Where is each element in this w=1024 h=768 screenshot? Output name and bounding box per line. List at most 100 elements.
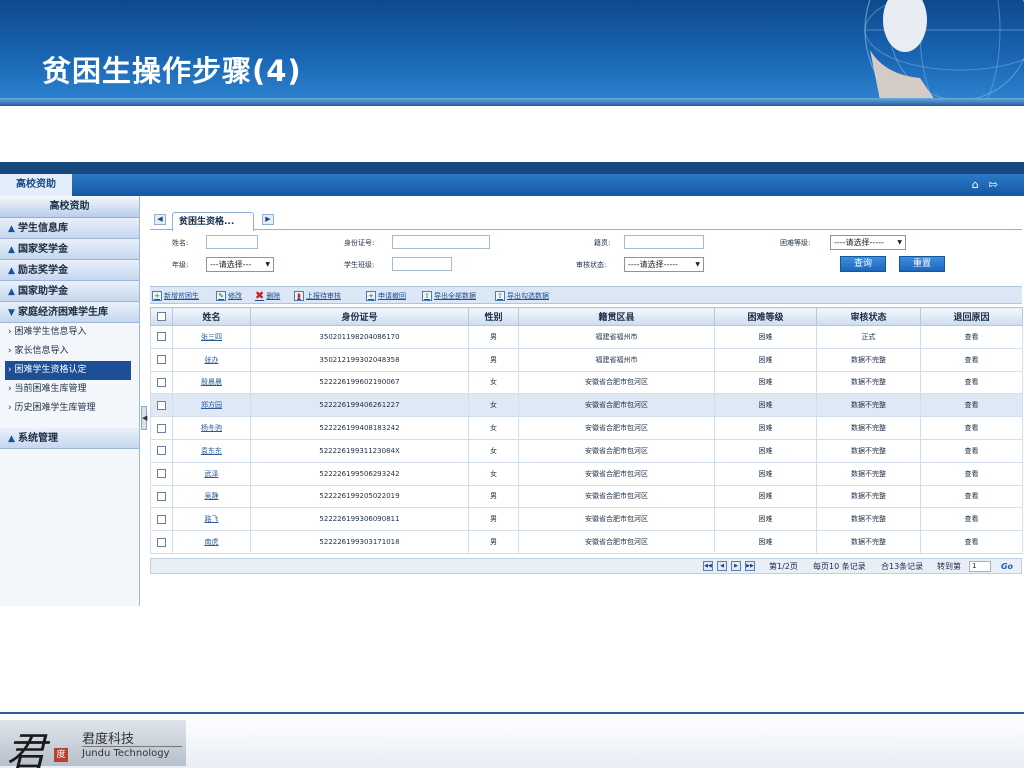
row-checkbox[interactable]: [150, 507, 173, 532]
sidebar-section-student-info[interactable]: ▲ 学生信息库: [0, 218, 139, 239]
select-all-checkbox[interactable]: [150, 307, 173, 326]
add-button[interactable]: + 新增贫困生: [152, 289, 199, 302]
cell-name[interactable]: 郑方园: [172, 393, 251, 418]
tab-eligibility[interactable]: 贫困生资格...: [172, 212, 254, 231]
grade-select[interactable]: ---请选择--- ▼: [206, 257, 274, 272]
sidebar-item-history-library[interactable]: › 历史困难学生库管理: [0, 399, 139, 418]
row-checkbox[interactable]: [150, 461, 173, 486]
cell-name[interactable]: 武泽: [172, 461, 251, 486]
cell-name[interactable]: 张三四: [172, 325, 251, 349]
cell-origin: 安徽省合肥市包河区: [518, 507, 715, 532]
row-checkbox[interactable]: [150, 438, 173, 463]
name-input[interactable]: [206, 235, 258, 249]
goto-page-input[interactable]: 1: [969, 561, 991, 572]
prev-page-button[interactable]: ◀: [717, 561, 727, 571]
cell-return-reason[interactable]: 查看: [920, 507, 1023, 532]
origin-input[interactable]: [624, 235, 704, 249]
table-row[interactable]: 武泽 522226199506293242 女安徽省合肥市包河区 困难 数据不完整 查看: [150, 461, 1023, 486]
home-icon[interactable]: ⌂: [972, 178, 979, 191]
next-page-button[interactable]: ▶: [731, 561, 741, 571]
table-row[interactable]: 张三四 350201198204086170 男福建省福州市 困难 正式 查看: [150, 325, 1023, 349]
cell-return-reason[interactable]: 查看: [920, 461, 1023, 486]
column-header[interactable]: 身份证号: [250, 307, 469, 326]
column-header[interactable]: 姓名: [172, 307, 251, 326]
company-logo: 君 度 君度科技 Jundu Technology: [0, 720, 186, 768]
sidebar-item-current-library[interactable]: › 当前困难生库管理: [0, 380, 139, 399]
sidebar-item-eligibility[interactable]: › 困难学生资格认定: [5, 361, 131, 380]
cell-name[interactable]: 张办: [172, 347, 251, 372]
export-selected-button[interactable]: ⇧ 导出勾选数据: [495, 289, 549, 302]
sidebar-item-poor-info-import[interactable]: › 困难学生信息导入: [0, 323, 139, 342]
cell-return-reason[interactable]: 查看: [920, 325, 1023, 349]
query-button[interactable]: 查询: [840, 256, 886, 272]
table-row[interactable]: 杨冬驹 522226199408183242 女安徽省合肥市包河区 困难 数据不完整 查看: [150, 416, 1023, 440]
grade-select-value: ---请选择---: [210, 260, 252, 269]
cell-origin: 安徽省合肥市包河区: [518, 370, 715, 395]
export-all-button[interactable]: ⇧ 导出全部数据: [422, 289, 476, 302]
table-row[interactable]: 袁东东 52222619931123084X 女安徽省合肥市包河区 困难 数据不完整 查看: [150, 438, 1023, 463]
status-select[interactable]: ----请选择----- ▼: [624, 257, 704, 272]
reset-button[interactable]: 重置: [899, 256, 945, 272]
column-header[interactable]: 籍贯区县: [518, 307, 715, 326]
export-icon: ⇧: [495, 290, 505, 301]
row-checkbox[interactable]: [150, 484, 173, 509]
origin-label: 籍贯:: [594, 239, 611, 247]
table-row[interactable]: 殷晨晨 522226199602190067 女安徽省合肥市包河区 困难 数据不完整 查看: [150, 370, 1023, 395]
cell-name[interactable]: 吴静: [172, 484, 251, 509]
delete-button[interactable]: ✖ 删除: [255, 289, 280, 302]
column-header[interactable]: 性别: [468, 307, 519, 326]
row-checkbox[interactable]: [150, 530, 173, 554]
table-row[interactable]: 吴静 522226199205022019 男安徽省合肥市包河区 困难 数据不完整 查看: [150, 484, 1023, 509]
go-button[interactable]: Go: [1001, 559, 1013, 574]
cell-id-number: 522226199303171018: [250, 530, 469, 554]
cell-return-reason[interactable]: 查看: [920, 347, 1023, 372]
cell-return-reason[interactable]: 查看: [920, 393, 1023, 418]
table-row[interactable]: 郑方园 522226199406261227 女安徽省合肥市包河区 困难 数据不完整 查看: [150, 393, 1023, 418]
row-checkbox[interactable]: [150, 347, 173, 372]
last-page-button[interactable]: ▶▶: [745, 561, 755, 571]
sidebar-section-system-admin[interactable]: ▲ 系统管理: [0, 428, 139, 449]
cell-name[interactable]: 袁东东: [172, 438, 251, 463]
chevron-right-icon: ›: [8, 384, 12, 394]
sidebar-section-national-scholarship[interactable]: ▲ 国家奖学金: [0, 239, 139, 260]
sidebar-section-poor-student-library[interactable]: ▼ 家庭经济困难学生库: [0, 302, 139, 323]
column-header[interactable]: 审核状态: [816, 307, 921, 326]
cell-name[interactable]: 南虎: [172, 530, 251, 554]
row-checkbox[interactable]: [150, 370, 173, 395]
sidebar-item-parent-info-import[interactable]: › 家长信息导入: [0, 342, 139, 361]
cell-name[interactable]: 路飞: [172, 507, 251, 532]
sidebar-collapse-handle[interactable]: ◀: [141, 406, 147, 430]
apply-withdraw-button[interactable]: + 申请撤回: [366, 289, 406, 302]
column-header[interactable]: 困难等级: [714, 307, 817, 326]
row-checkbox[interactable]: [150, 393, 173, 418]
cell-return-reason[interactable]: 查看: [920, 370, 1023, 395]
tab-scroll-right-button[interactable]: ▶: [262, 214, 274, 225]
id-number-input[interactable]: [392, 235, 490, 249]
edit-button[interactable]: ✎ 修改: [216, 289, 242, 302]
row-checkbox[interactable]: [150, 416, 173, 440]
globe-hand-image: [864, 0, 1024, 106]
app-tab-main[interactable]: 高校资助: [0, 174, 72, 196]
table-row[interactable]: 南虎 522226199303171018 男安徽省合肥市包河区 困难 数据不完整 查看: [150, 530, 1023, 554]
upload-button[interactable]: ▮ 上报待审核: [294, 289, 341, 302]
level-select[interactable]: ----请选择----- ▼: [830, 235, 906, 250]
tab-scroll-left-button[interactable]: ◀: [154, 214, 166, 225]
table-row[interactable]: 路飞 522226199306090811 男安徽省合肥市包河区 困难 数据不完整 查看: [150, 507, 1023, 532]
cell-name[interactable]: 杨冬驹: [172, 416, 251, 440]
first-page-button[interactable]: ◀◀: [703, 561, 713, 571]
cell-return-reason[interactable]: 查看: [920, 438, 1023, 463]
table-row[interactable]: 张办 350212199302048358 男福建省福州市 困难 数据不完整 查看: [150, 347, 1023, 372]
logout-icon[interactable]: ⇰: [989, 178, 998, 191]
sidebar-section-national-grant[interactable]: ▲ 国家助学金: [0, 281, 139, 302]
cell-return-reason[interactable]: 查看: [920, 530, 1023, 554]
class-input[interactable]: [392, 257, 452, 271]
dropdown-arrow-icon: ▼: [897, 239, 902, 246]
status-label: 审核状态:: [576, 261, 607, 269]
cell-return-reason[interactable]: 查看: [920, 416, 1023, 440]
cell-name[interactable]: 殷晨晨: [172, 370, 251, 395]
status-select-value: ----请选择-----: [628, 260, 678, 269]
cell-return-reason[interactable]: 查看: [920, 484, 1023, 509]
row-checkbox[interactable]: [150, 325, 173, 349]
sidebar-section-motivational-scholarship[interactable]: ▲ 励志奖学金: [0, 260, 139, 281]
column-header[interactable]: 退回原因: [920, 307, 1023, 326]
